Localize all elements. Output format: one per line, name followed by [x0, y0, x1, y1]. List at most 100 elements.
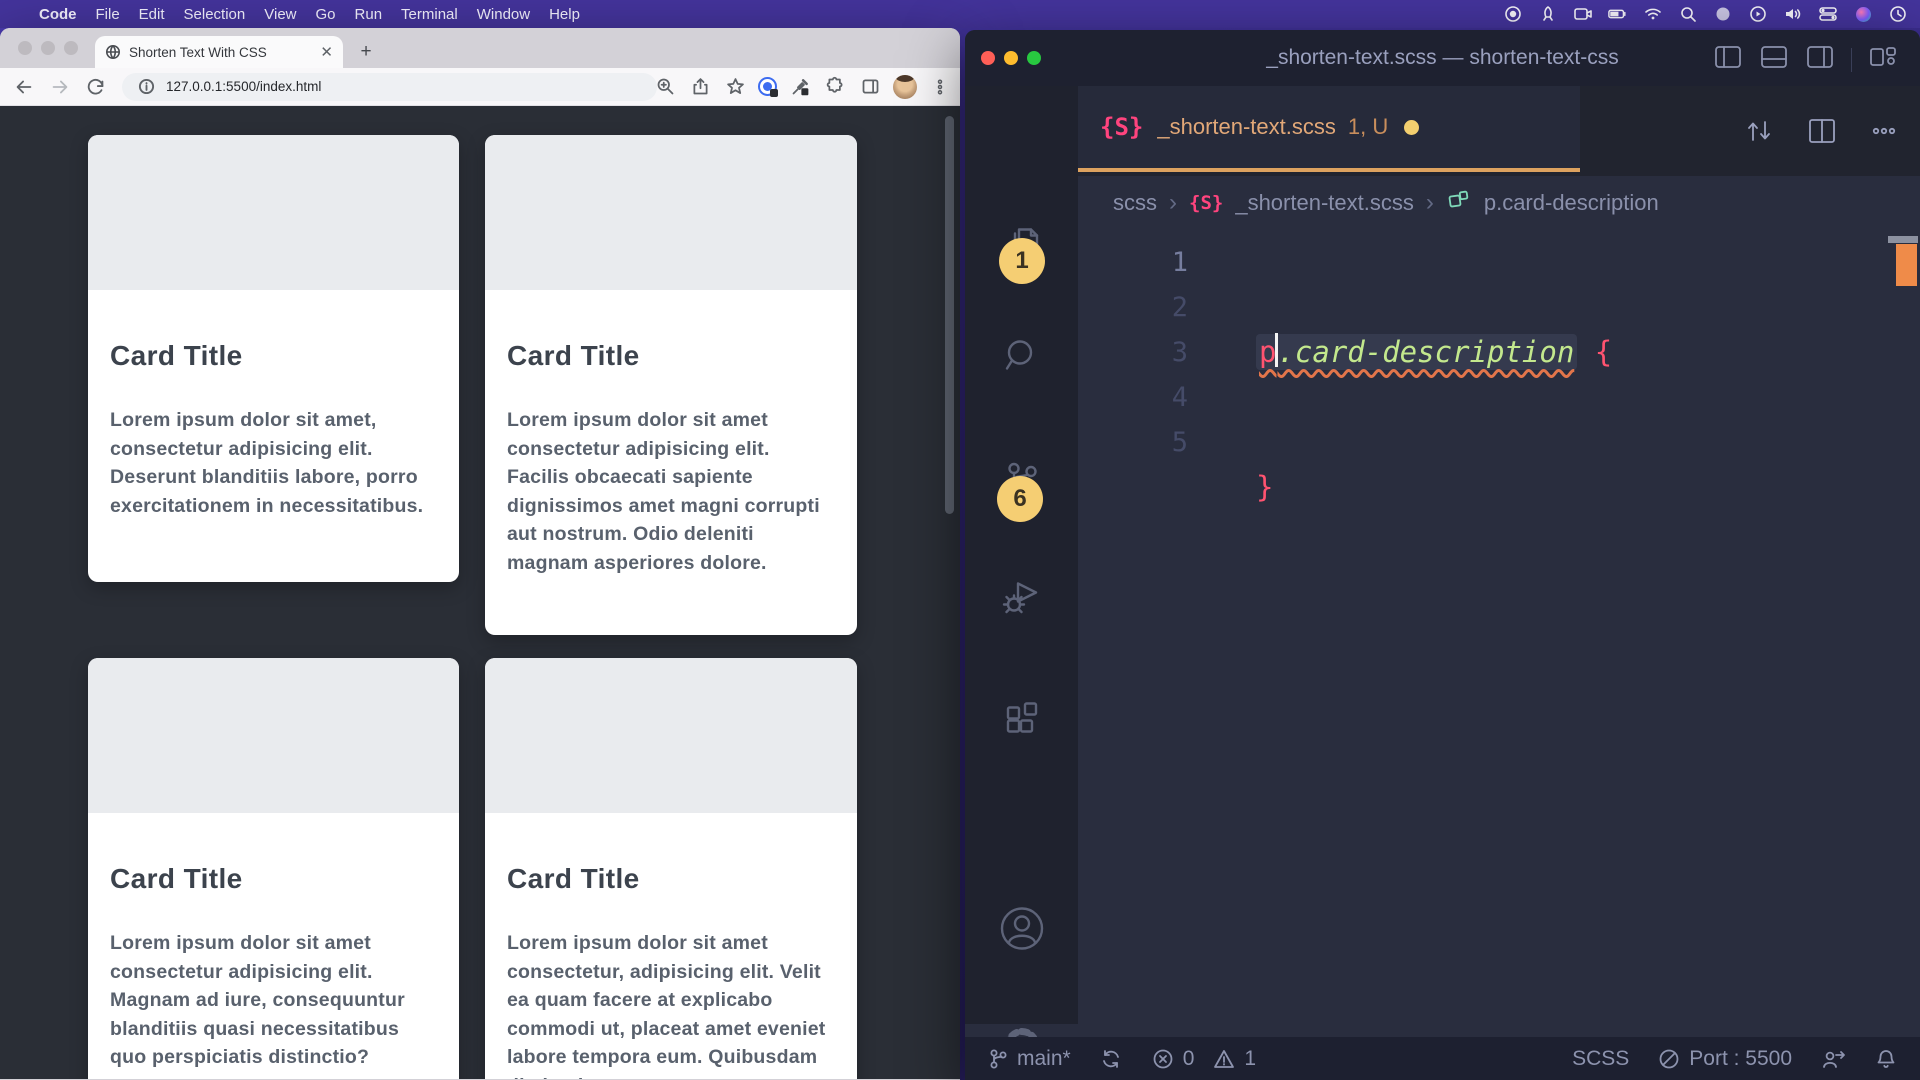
zoom-window-button[interactable] [1027, 51, 1041, 65]
git-branch-item[interactable]: main* [987, 1047, 1071, 1071]
siri-icon[interactable] [1853, 4, 1873, 24]
port-label: Port : 5500 [1689, 1047, 1792, 1071]
accounts-icon[interactable] [996, 903, 1048, 960]
card-description: Lorem ipsum dolor sit amet consectetur a… [507, 406, 837, 577]
reload-icon[interactable] [84, 75, 108, 99]
code-editor[interactable]: 1 2 3 4 5 p.card-description { } [1078, 230, 1920, 1024]
battery-icon[interactable] [1608, 4, 1628, 24]
status-bar: main* 0 1 SCSS Port : 5500 [965, 1037, 1920, 1080]
toggle-sidebar-icon[interactable] [1713, 44, 1743, 75]
clock-icon[interactable] [1888, 4, 1908, 24]
menu-go[interactable]: Go [316, 6, 336, 23]
web-page: Card Title Lorem ipsum dolor sit amet, c… [0, 106, 960, 1079]
customize-layout-icon[interactable] [1868, 44, 1898, 75]
play-circle-icon[interactable] [1748, 4, 1768, 24]
error-count: 0 [1183, 1047, 1195, 1071]
code-line-2[interactable]: } [1256, 465, 1612, 510]
menu-file[interactable]: File [96, 6, 120, 23]
notifications-bell-icon[interactable] [1874, 1047, 1898, 1071]
menu-run[interactable]: Run [355, 6, 383, 23]
record-icon[interactable] [1503, 4, 1523, 24]
toggle-panel-icon[interactable] [1759, 44, 1789, 75]
menu-window[interactable]: Window [477, 6, 530, 23]
screen-record-icon[interactable] [1573, 4, 1593, 24]
forward-icon[interactable] [48, 75, 72, 99]
breadcrumb-file[interactable]: _shorten-text.scss [1235, 190, 1414, 216]
zoom-window-button[interactable] [64, 41, 78, 55]
extensions-puzzle-icon[interactable] [823, 75, 847, 99]
address-bar[interactable]: 127.0.0.1:5500/index.html [122, 73, 657, 101]
close-window-button[interactable] [981, 51, 995, 65]
live-server-port-item[interactable]: Port : 5500 [1657, 1047, 1792, 1071]
card-image-placeholder [485, 135, 857, 290]
rocket-icon[interactable] [1538, 4, 1558, 24]
card-title: Card Title [110, 863, 437, 895]
open-changes-icon[interactable] [1742, 114, 1776, 153]
close-window-button[interactable] [18, 41, 32, 55]
toggle-secondary-sidebar-icon[interactable] [1805, 44, 1835, 75]
control-center-icon[interactable] [1818, 4, 1838, 24]
card-image-placeholder [485, 658, 857, 813]
search-icon[interactable] [1678, 4, 1698, 24]
side-panel-icon[interactable] [858, 75, 882, 99]
page-scrollbar[interactable] [945, 116, 954, 514]
feedback-icon[interactable] [1820, 1047, 1846, 1071]
run-debug-icon[interactable] [998, 572, 1046, 625]
menu-terminal[interactable]: Terminal [401, 6, 458, 23]
minimize-window-button[interactable] [1004, 51, 1018, 65]
privacy-extension-icon[interactable] [758, 77, 777, 96]
token-class: .card-description [1277, 335, 1574, 369]
card-title: Card Title [507, 340, 835, 372]
macos-menu-bar: Code File Edit Selection View Go Run Ter… [0, 0, 1920, 28]
vscode-title-bar[interactable]: _shorten-text.scss — shorten-text-css [965, 30, 1920, 86]
extensions-icon[interactable] [998, 695, 1046, 748]
split-editor-icon[interactable] [1806, 116, 1838, 151]
line-number: 1 [1078, 240, 1188, 285]
url-text[interactable]: 127.0.0.1:5500/index.html [166, 79, 321, 94]
wifi-icon[interactable] [1643, 4, 1663, 24]
menu-selection[interactable]: Selection [184, 6, 246, 23]
language-label: SCSS [1572, 1047, 1629, 1071]
tab-title: Shorten Text With CSS [129, 45, 312, 60]
card: Card Title Lorem ipsum dolor sit amet co… [485, 658, 857, 1079]
volume-icon[interactable] [1783, 4, 1803, 24]
breadcrumb-symbol[interactable]: p.card-description [1484, 190, 1659, 216]
menu-app[interactable]: Code [39, 6, 77, 23]
share-icon[interactable] [688, 75, 712, 99]
code-content[interactable]: p.card-description { } [1188, 230, 1612, 1024]
back-icon[interactable] [12, 75, 36, 99]
new-tab-button[interactable]: + [356, 42, 376, 62]
scrollbar-slider[interactable] [1888, 236, 1918, 243]
problems-item[interactable]: 0 1 [1151, 1047, 1256, 1071]
scss-icon: {S} [1189, 192, 1223, 214]
menu-edit[interactable]: Edit [139, 6, 165, 23]
more-menu-icon[interactable] [928, 75, 952, 99]
zoom-icon[interactable] [653, 75, 677, 99]
explorer-badge: 1 [999, 238, 1045, 284]
dot-icon[interactable] [1713, 4, 1733, 24]
menu-view[interactable]: View [264, 6, 296, 23]
breadcrumb-separator: › [1426, 189, 1434, 217]
sync-icon[interactable] [1099, 1047, 1123, 1071]
code-line-1[interactable]: p.card-description { [1256, 330, 1612, 375]
editor-group: {S} _shorten-text.scss 1, U scss › {S} [1078, 86, 1920, 1024]
window-title: _shorten-text.scss — shorten-text-css [1266, 46, 1618, 70]
selector-with-warning[interactable]: p.card-description [1256, 334, 1577, 370]
language-mode-item[interactable]: SCSS [1572, 1047, 1629, 1071]
eyedropper-extension-icon[interactable] [788, 75, 812, 99]
tab-close-icon[interactable]: ✕ [320, 43, 333, 61]
profile-avatar[interactable] [893, 75, 917, 99]
card: Card Title Lorem ipsum dolor sit amet co… [485, 135, 857, 635]
menu-help[interactable]: Help [549, 6, 580, 23]
editor-tab[interactable]: {S} _shorten-text.scss 1, U [1078, 86, 1580, 172]
bookmark-star-icon[interactable] [723, 75, 747, 99]
site-info-icon[interactable] [134, 75, 158, 99]
search-icon[interactable] [998, 332, 1046, 385]
modified-dot-icon[interactable] [1404, 120, 1419, 135]
minimize-window-button[interactable] [41, 41, 55, 55]
more-actions-icon[interactable] [1868, 116, 1900, 151]
breadcrumb-folder[interactable]: scss [1113, 190, 1157, 216]
browser-tab[interactable]: Shorten Text With CSS ✕ [95, 36, 343, 68]
window-controls[interactable] [18, 41, 78, 55]
breadcrumb-separator: › [1169, 189, 1177, 217]
